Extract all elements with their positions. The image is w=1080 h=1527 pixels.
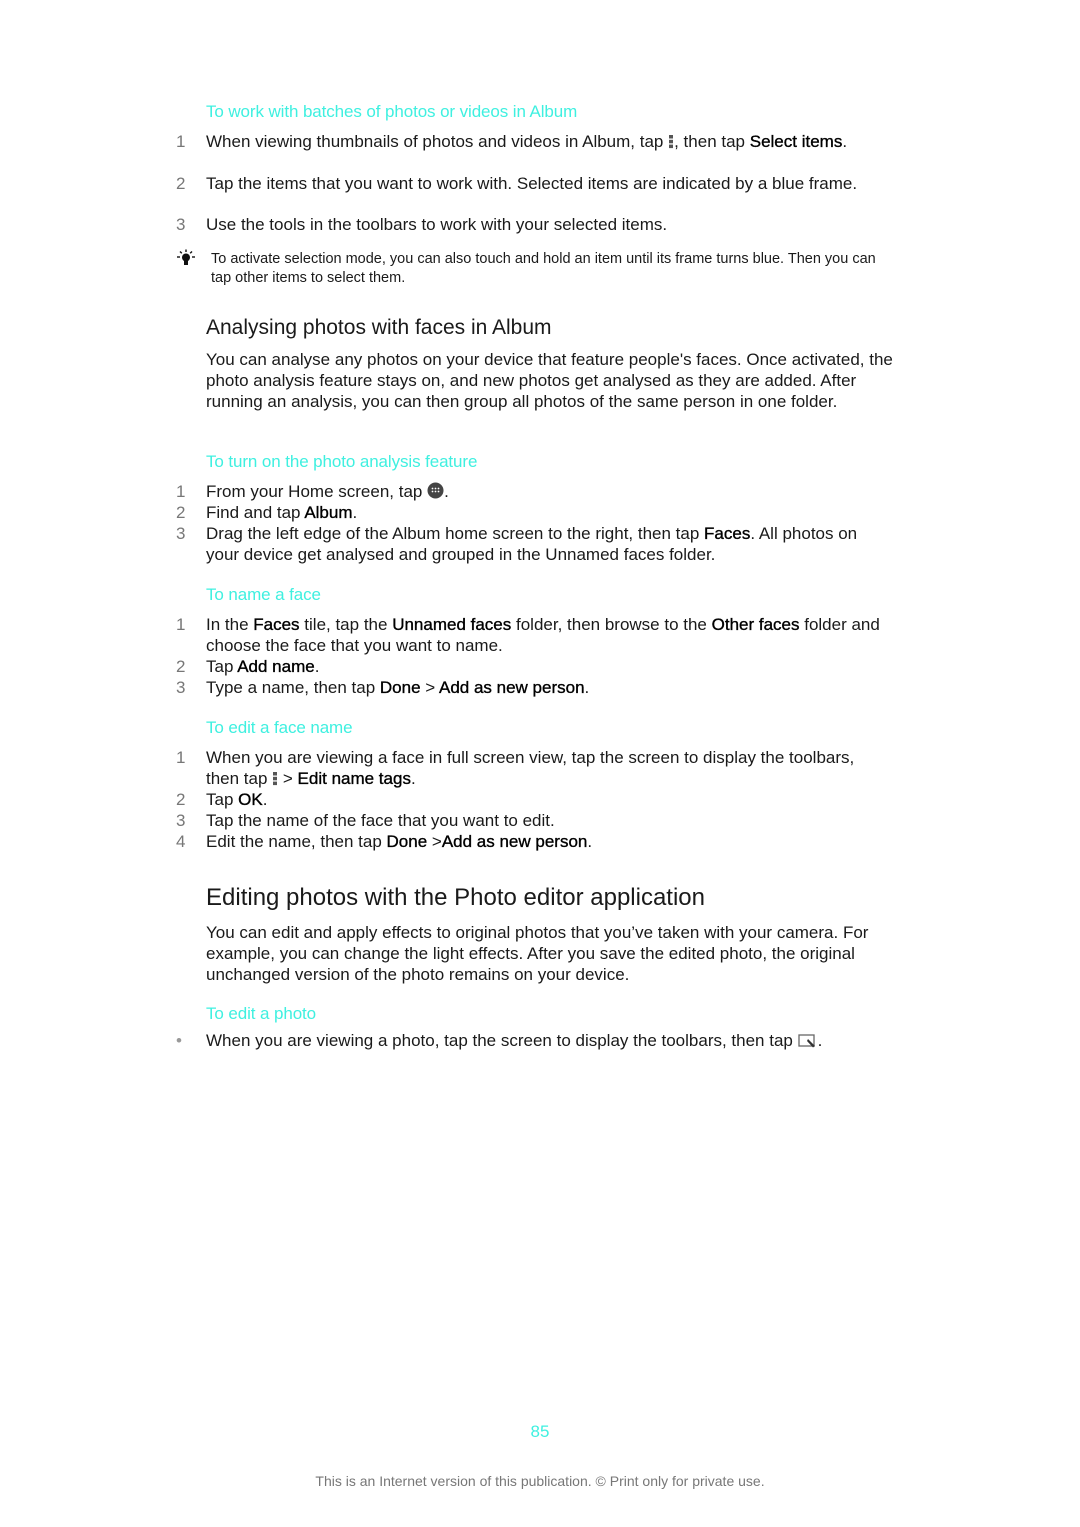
step-text-part: > bbox=[427, 832, 442, 851]
step-text: Edit the name, then tap Done >Add as new… bbox=[206, 832, 866, 853]
step-number: 2 bbox=[176, 503, 186, 522]
step-number: 3 bbox=[176, 811, 186, 830]
ui-term: Faces bbox=[253, 615, 300, 634]
step-text-part: . bbox=[314, 657, 320, 676]
step-text: When you are viewing a face in full scre… bbox=[206, 748, 866, 790]
step-text-part: . bbox=[584, 678, 590, 697]
step-number: 2 bbox=[176, 174, 186, 193]
step-text-part: . bbox=[410, 768, 416, 788]
step-text-part: . bbox=[817, 1031, 823, 1050]
step-text-part: Tap bbox=[206, 657, 238, 676]
ui-term: Select items bbox=[749, 132, 843, 151]
step-text: Type a name, then tap Done > Add as new … bbox=[206, 678, 866, 699]
step-text-part: folder, then browse to the bbox=[511, 615, 712, 634]
step-number: 1 bbox=[176, 132, 186, 151]
ui-term: Add as new person bbox=[441, 832, 588, 851]
procedure-title-batches: To work with batches of photos or videos… bbox=[206, 102, 578, 121]
step-text-part: Drag the left edge of the Album home scr… bbox=[206, 524, 705, 543]
step-text-part: > bbox=[278, 768, 298, 788]
step-text: When viewing thumbnails of photos and vi… bbox=[206, 132, 866, 153]
edit-photo-icon bbox=[797, 1034, 815, 1048]
section-heading-editor: Editing photos with the Photo editor app… bbox=[206, 884, 705, 911]
ui-term: Unnamed faces bbox=[392, 615, 512, 634]
step-text: When you are viewing a photo, tap the sc… bbox=[206, 1031, 866, 1052]
bullet: • bbox=[176, 1031, 182, 1050]
page-number: 85 bbox=[530, 1422, 550, 1441]
step-text-part: When you are viewing a photo, tap the sc… bbox=[206, 1031, 798, 1050]
footer-notice: This is an Internet version of this publ… bbox=[315, 1473, 765, 1489]
ui-term: Done bbox=[379, 678, 421, 697]
procedure-title-edit-photo: To edit a photo bbox=[206, 1004, 317, 1023]
step-text: Find and tap Album. bbox=[206, 503, 866, 524]
step-text-part: . bbox=[842, 132, 848, 151]
step-text-part: Edit the name, then tap bbox=[206, 832, 387, 851]
step-number: 1 bbox=[176, 482, 186, 501]
step-text: Tap the items that you want to work with… bbox=[206, 174, 858, 193]
step-number: 4 bbox=[176, 832, 186, 851]
step-number: 1 bbox=[176, 615, 186, 634]
step-number: 3 bbox=[176, 215, 186, 234]
step-text-part: Type a name, then tap bbox=[206, 678, 380, 697]
ui-term: Done bbox=[386, 832, 428, 851]
step-text-part: Tap bbox=[206, 790, 239, 809]
ui-term: Add as new person bbox=[438, 678, 585, 697]
section-intro-faces: You can analyse any photos on your devic… bbox=[206, 350, 893, 411]
step-text: Drag the left edge of the Album home scr… bbox=[206, 524, 886, 566]
ui-term: Other faces bbox=[711, 615, 800, 634]
ui-term: OK bbox=[238, 790, 263, 809]
step-text-part: tile, tap the bbox=[299, 615, 393, 634]
step-text-part: > bbox=[420, 678, 439, 697]
procedure-title-turn-on: To turn on the photo analysis feature bbox=[206, 452, 478, 471]
app-drawer-icon bbox=[427, 482, 444, 499]
step-text-part: . bbox=[352, 503, 358, 522]
step-number: 2 bbox=[176, 790, 186, 809]
step-text-part: When viewing thumbnails of photos and vi… bbox=[206, 132, 669, 151]
step-text-part: In the bbox=[206, 615, 254, 634]
step-number: 1 bbox=[176, 748, 186, 767]
step-text: Tap Add name. bbox=[206, 657, 866, 678]
step-text: Tap the name of the face that you want t… bbox=[206, 811, 555, 830]
step-number: 2 bbox=[176, 657, 186, 676]
step-text-part: . bbox=[262, 790, 268, 809]
section-heading-faces: Analysing photos with faces in Album bbox=[206, 316, 552, 339]
step-text: Tap OK. bbox=[206, 790, 866, 811]
procedure-title-name-face: To name a face bbox=[206, 585, 321, 604]
step-text-part: . bbox=[587, 832, 593, 851]
step-number: 3 bbox=[176, 524, 186, 543]
ui-term: Edit name tags bbox=[297, 768, 411, 788]
lightbulb-icon bbox=[177, 249, 195, 265]
ui-term: Album bbox=[304, 503, 353, 522]
ui-term: Add name bbox=[237, 657, 315, 676]
step-text-part: , then tap bbox=[674, 132, 750, 151]
step-text: Use the tools in the toolbars to work wi… bbox=[206, 215, 668, 234]
step-text-part: From your Home screen, tap bbox=[206, 482, 428, 501]
step-text-part: . bbox=[444, 482, 449, 501]
section-intro-editor: You can edit and apply effects to origin… bbox=[206, 923, 869, 984]
procedure-title-edit-face: To edit a face name bbox=[206, 718, 353, 737]
step-number: 3 bbox=[176, 678, 186, 697]
step-text-part: Find and tap bbox=[206, 503, 305, 522]
step-text: In the Faces tile, tap the Unnamed faces… bbox=[206, 615, 886, 657]
tip-note: To activate selection mode, you can also… bbox=[211, 251, 876, 286]
step-text: From your Home screen, tap . bbox=[206, 482, 866, 503]
ui-term: Faces bbox=[704, 524, 751, 543]
